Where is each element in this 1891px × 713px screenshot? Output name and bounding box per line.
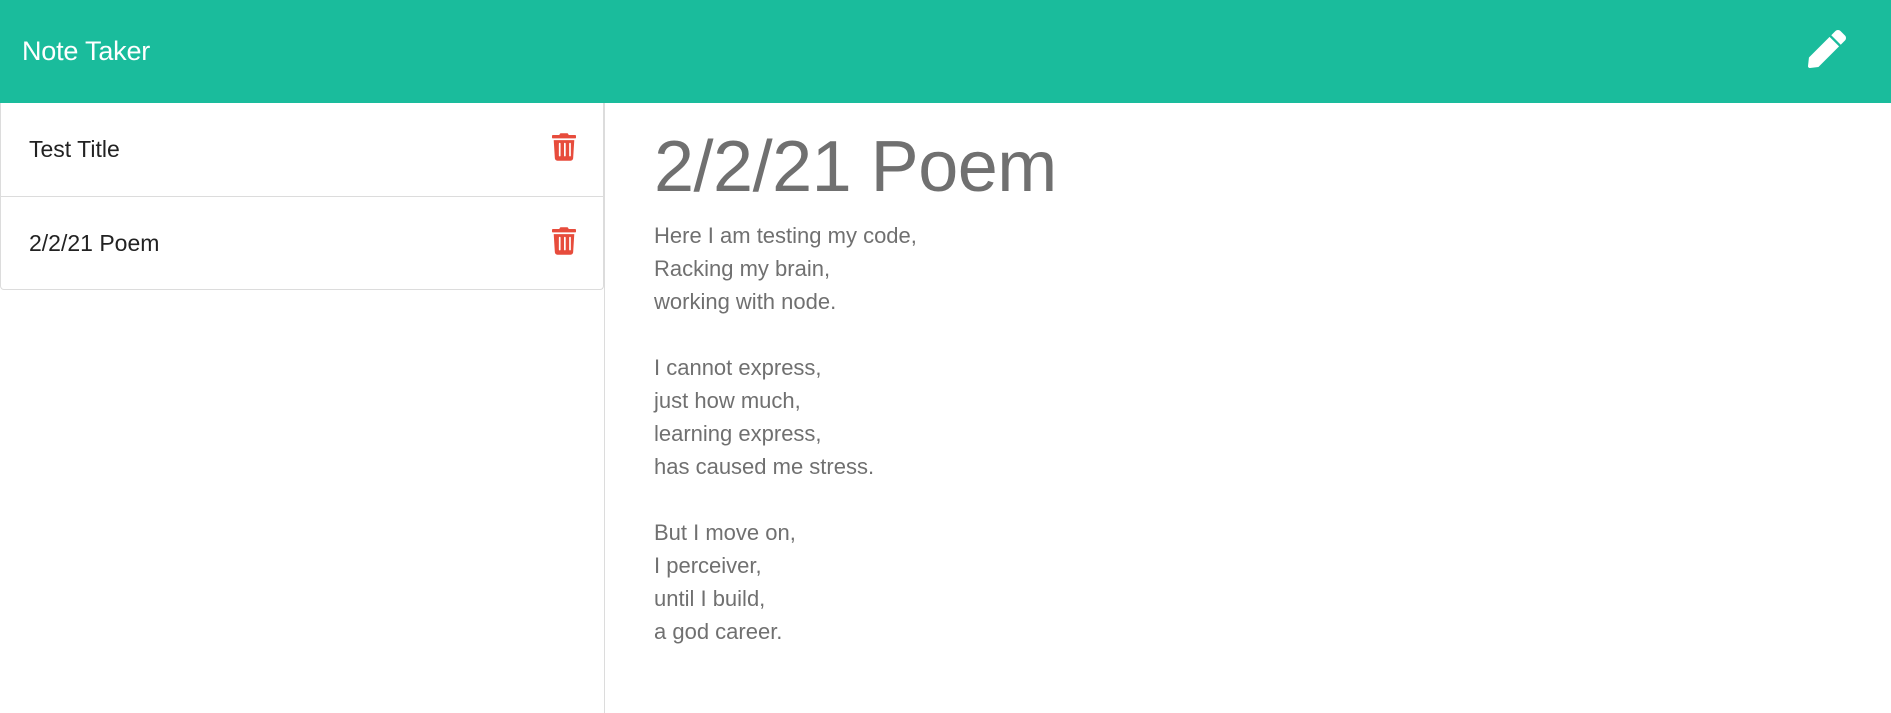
note-title: 2/2/21 Poem bbox=[29, 230, 160, 256]
delete-note-button[interactable] bbox=[549, 224, 579, 258]
note-editor: 2/2/21 Poem Here I am testing my code, R… bbox=[605, 103, 1891, 713]
list-item[interactable]: 2/2/21 Poem bbox=[0, 197, 604, 290]
new-note-button[interactable] bbox=[1802, 24, 1852, 74]
notes-sidebar: Test Title 2/2/21 Poem bbox=[0, 103, 605, 713]
note-text-display[interactable]: Here I am testing my code, Racking my br… bbox=[654, 219, 1804, 648]
note-title: Test Title bbox=[29, 136, 120, 162]
list-item[interactable]: Test Title bbox=[0, 103, 604, 197]
navbar: Note Taker bbox=[0, 0, 1891, 103]
trash-icon bbox=[552, 133, 576, 161]
pencil-icon bbox=[1808, 30, 1846, 68]
brand-title[interactable]: Note Taker bbox=[22, 34, 150, 68]
delete-note-button[interactable] bbox=[549, 130, 579, 164]
note-title-display[interactable]: 2/2/21 Poem bbox=[654, 123, 1057, 211]
note-list: Test Title 2/2/21 Poem bbox=[0, 103, 604, 290]
trash-icon bbox=[552, 227, 576, 255]
